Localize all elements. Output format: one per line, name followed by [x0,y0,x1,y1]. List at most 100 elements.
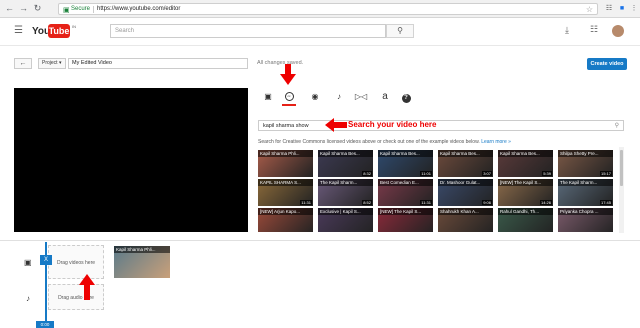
result-title: The Kapil Sharm... [558,179,613,186]
result-thumbnail[interactable]: [NEW] The Kapil S... 14:26 [498,179,553,206]
result-duration: 17:45 [599,200,612,205]
result-title: The Kapil Sharm... [318,179,373,186]
youtube-search-input[interactable]: Search [110,24,386,38]
result-title: Shilpa Shetty Pre... [558,150,613,157]
result-duration: 3:07 [482,171,492,176]
address-divider [93,6,94,13]
result-title: Kapil Sharma Bes... [438,150,493,157]
result-title: Priyanka Chopra ... [558,208,613,215]
music-icon[interactable]: ♪ [332,91,346,103]
result-duration: 5:39 [542,171,552,176]
apps-grid-icon[interactable]: ☷ [590,25,598,34]
video-drop-zone[interactable]: Drag videos here [48,245,104,279]
url-text[interactable]: https://www.youtube.com/editor [97,6,180,12]
playhead-handle[interactable]: X [40,255,52,265]
result-thumbnail[interactable]: Kapil Sharma Phli... [258,150,313,177]
video-camera-icon[interactable]: ▣ [261,91,275,103]
upload-icon[interactable]: ⤓ [565,26,569,35]
result-title: Kapil Sharma Bes... [378,150,433,157]
annotation-arrow-left-icon [325,118,347,132]
timeline-clip-title: Kapil Sharma Phli... [114,246,170,253]
project-title-input[interactable]: My Edited Video [68,58,248,69]
result-title: Exclusive | Kapil S... [318,208,373,215]
camera-icon[interactable]: ◉ [308,91,322,103]
annotation-note: Search your video here [348,120,437,129]
result-thumbnail[interactable]: Priyanka Chopra ... [558,208,613,232]
active-tab-indicator [282,104,296,106]
result-thumbnail[interactable]: Exclusive | Kapil S... [318,208,373,232]
browser-toolbar: ← → ↻ ▣ Secure https://www.youtube.com/e… [0,0,640,18]
playhead[interactable] [45,242,47,322]
learn-more-link[interactable]: Learn more » [481,139,511,145]
result-thumbnail[interactable]: Kapil Sharma Bes... 8:32 [318,150,373,177]
result-title: Kapil Sharma Bes... [498,150,553,157]
bookmark-star-icon[interactable]: ☆ [586,5,593,14]
result-title: Best Comedian E... [378,179,433,186]
search-icon: ⚲ [397,26,403,35]
result-title: Kapil Sharma Phli... [258,150,313,157]
video-track-icon: ▣ [24,258,32,267]
avatar[interactable] [612,25,624,37]
result-thumbnail[interactable]: Best Comedian E... 11:31 [378,179,433,206]
search-icon[interactable]: ⚲ [615,122,619,129]
result-thumbnail[interactable]: Rahul Gandhi, Th... [498,208,553,232]
result-duration: 14:26 [539,200,552,205]
annotation-arrow-down-icon [280,64,296,85]
result-thumbnail[interactable]: [NEW] The Kapil S... [378,208,433,232]
result-duration: 8:52 [362,200,372,205]
audio-track-icon: ♪ [26,294,30,303]
transition-icon[interactable]: ▷◁ [354,91,368,103]
text-icon[interactable]: a [378,91,392,103]
cc-search-input[interactable]: kapil sharma show ⚲ [258,120,624,131]
forward-icon[interactable]: → [18,3,29,14]
audio-drop-zone[interactable]: Drag audio here [48,284,104,310]
video-preview[interactable] [14,88,248,232]
result-thumbnail[interactable]: Kapil Sharma Bes... 3:07 [438,150,493,177]
result-title: [NEW] The Kapil S... [498,179,553,186]
logo-country: IN [72,24,76,29]
result-title: KAPIL SHARMA S... [258,179,313,186]
result-title: [NEW] The Kapil S... [378,208,433,215]
logo-tube[interactable]: Tube [48,24,70,38]
result-thumbnail[interactable]: Shilpa Shetty Pre... 15:17 [558,150,613,177]
timeline-clip[interactable]: Kapil Sharma Phli... [114,246,170,278]
project-dropdown[interactable]: Project ▾ [38,58,66,69]
project-label: Project [42,60,58,66]
arrow-left-icon: ← [19,60,27,67]
youtube-header: ☰ You Tube IN Search ⚲ ⤓ ☷ [0,18,640,46]
search-button[interactable]: ⚲ [386,24,414,38]
help-glyph: ? [401,94,411,103]
result-thumbnail[interactable]: The Kapil Sharm... 8:52 [318,179,373,206]
result-duration: 11:31 [420,200,432,205]
result-title: Dr. Mashoor Gulat... [438,179,493,186]
cc-icon[interactable]: cc [282,91,296,103]
extension-icon[interactable]: ☷ [604,4,614,14]
reload-icon[interactable]: ↻ [32,3,43,14]
result-thumbnail[interactable]: Kapil Sharma Bes... 11:01 [378,150,433,177]
back-icon[interactable]: ← [4,3,15,14]
result-title: Shahrukh Khan A... [438,208,493,215]
results-scroll-thumb[interactable] [620,150,623,186]
result-thumbnail[interactable]: KAPIL SHARMA S... 11:31 [258,179,313,206]
search-placeholder: Search [115,28,135,34]
result-thumbnail[interactable]: [NEW] Arjun Kapo... [258,208,313,232]
result-duration: 11:31 [300,200,312,205]
lock-icon: ▣ [63,7,70,14]
result-title: Kapil Sharma Bes... [318,150,373,157]
cc-hint-text: Search for Creative Commons licensed vid… [258,139,480,145]
result-duration: 11:01 [420,171,432,176]
result-thumbnail[interactable]: Shahrukh Khan A... [438,208,493,232]
hamburger-menu-icon[interactable]: ☰ [14,26,23,36]
create-video-button[interactable]: Create video [587,58,627,70]
back-button[interactable]: ← [14,58,32,69]
browser-menu-icon[interactable]: ⋮ [629,4,639,14]
extension-shield-icon[interactable]: ■ [617,4,627,14]
result-duration: 9:06 [482,200,492,205]
result-thumbnail[interactable]: Dr. Mashoor Gulat... 9:06 [438,179,493,206]
result-thumbnail[interactable]: Kapil Sharma Bes... 5:39 [498,150,553,177]
chevron-down-icon: ▾ [58,60,62,66]
help-icon[interactable]: ? [399,91,413,103]
cc-hint: Search for Creative Commons licensed vid… [258,139,511,145]
address-bar[interactable]: ▣ Secure https://www.youtube.com/editor … [58,3,598,15]
result-thumbnail[interactable]: The Kapil Sharm... 17:45 [558,179,613,206]
